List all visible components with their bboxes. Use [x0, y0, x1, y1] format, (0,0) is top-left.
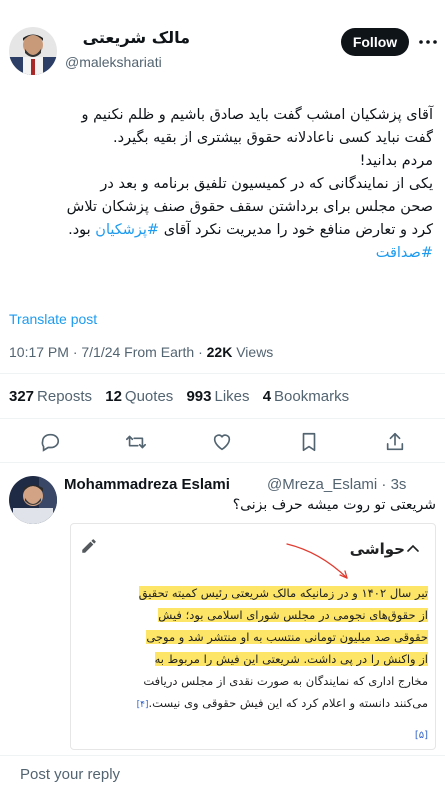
repost-icon[interactable]: [124, 430, 148, 454]
divider: [0, 755, 445, 756]
divider: [0, 373, 445, 374]
tweet-meta: 10:17 PM · 7/1/24 From Earth · 22K Views: [9, 344, 273, 360]
engagement-stats: 327 Reposts 12 Quotes 993 Likes 4 Bookmarks: [9, 388, 358, 405]
tweet-text: آقای پزشکیان امشب گفت باید صادق باشیم و …: [8, 104, 433, 265]
highlighted-text: تیر سال ۱۴۰۲ و در زمانیکه مالک شریعتی رئ…: [138, 586, 428, 600]
card-text: تیر سال ۱۴۰۲ و در زمانیکه مالک شریعتی رئ…: [78, 582, 428, 716]
follow-button[interactable]: Follow: [341, 28, 409, 56]
reply-author-name[interactable]: Mohammadreza Eslami: [64, 476, 230, 493]
footnote-ref: [۵]: [414, 730, 428, 741]
card-heading: حواشی: [349, 540, 405, 558]
bookmark-icon[interactable]: [297, 430, 321, 454]
divider: [0, 418, 445, 419]
card-line: از حقوق‌های نجومی در مجلس شورای اسلامی ب…: [78, 604, 428, 626]
card-line: از واکنش را در پی داشت. شریعتی این فیش ر…: [78, 648, 428, 670]
card-line: حقوقی صد میلیون تومانی منتسب به او منتشر…: [78, 626, 428, 648]
views-label: Views: [232, 344, 274, 360]
reply-composer-input[interactable]: Post your reply: [20, 766, 120, 783]
hashtag-link[interactable]: #پزشکیان: [95, 222, 159, 238]
heart-icon[interactable]: [210, 430, 234, 454]
card-line: می‌کنند دانسته و اعلام کرد که این فیش حق…: [136, 696, 428, 710]
quotes-stat[interactable]: 12 Quotes: [105, 388, 173, 405]
tweet-line-text: بود.: [68, 222, 91, 238]
tweet-line-text: کرد و تعارض منافع خود را مدیریت نکرد آقا…: [163, 222, 433, 238]
tweet-line: یکی از نمایندگانی که در کمیسیون تلفیق بر…: [100, 176, 433, 192]
pencil-icon: [80, 537, 98, 559]
footnote-ref: [۴]: [136, 700, 149, 710]
card-line: تیر سال ۱۴۰۲ و در زمانیکه مالک شریعتی رئ…: [78, 582, 428, 604]
chevron-up-icon: [406, 541, 420, 560]
share-icon[interactable]: [383, 430, 407, 454]
reply-bubble-icon[interactable]: [38, 430, 62, 454]
highlighted-text: حقوقی صد میلیون تومانی منتسب به او منتشر…: [146, 630, 428, 644]
more-dots-icon[interactable]: [418, 34, 438, 50]
author-handle[interactable]: @malekshariati: [65, 54, 162, 70]
highlighted-text: از حقوق‌های نجومی در مجلس شورای اسلامی ب…: [158, 608, 428, 622]
reply-author-handle[interactable]: @Mreza_Eslami · 3s: [267, 476, 406, 493]
tweet-time[interactable]: 10:17 PM · 7/1/24 From Earth ·: [9, 344, 207, 360]
tweet-line: مردم بدانید!: [359, 153, 433, 169]
reposts-stat[interactable]: 327 Reposts: [9, 388, 92, 405]
hashtag-link[interactable]: #صداقت: [8, 242, 433, 265]
divider: [0, 462, 445, 463]
tweet-line: کرد و تعارض منافع خود را مدیریت نکرد آقا…: [8, 219, 433, 242]
tweet-line: گفت نباید کسی ناعادلانه حقوق بیشتری از ب…: [113, 130, 433, 146]
author-avatar[interactable]: [9, 27, 57, 75]
card-line: مخارج اداری که نمایندگان به صورت نقدی از…: [143, 674, 428, 688]
translate-link[interactable]: Translate post: [9, 311, 97, 327]
highlighted-text: از واکنش را در پی داشت. شریعتی این فیش ر…: [154, 652, 428, 666]
bookmarks-stat[interactable]: 4 Bookmarks: [263, 388, 349, 405]
tweet-line: آقای پزشکیان امشب گفت باید صادق باشیم و …: [81, 107, 433, 123]
likes-stat[interactable]: 993 Likes: [186, 388, 249, 405]
reply-avatar[interactable]: [9, 476, 57, 524]
author-name[interactable]: مالک شریعتی: [83, 28, 190, 47]
views-count: 22K: [206, 344, 233, 360]
reply-text: شریعتی تو روت میشه حرف بزنی؟: [232, 497, 436, 513]
tweet-line: صحن مجلس برای برداشتن سقف حقوق صنف پزشکا…: [66, 199, 433, 215]
